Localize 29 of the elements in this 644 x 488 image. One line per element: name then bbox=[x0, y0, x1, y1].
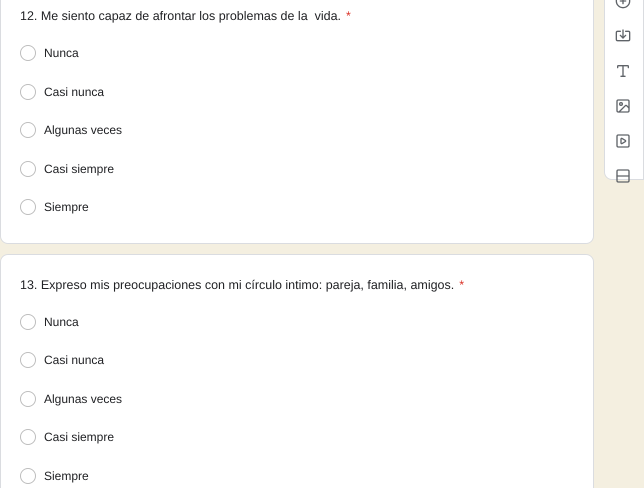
section-icon[interactable] bbox=[615, 168, 631, 184]
radio-button[interactable] bbox=[20, 122, 36, 138]
image-icon[interactable] bbox=[615, 98, 631, 114]
radio-button[interactable] bbox=[20, 199, 36, 216]
option-label: Casi siempre bbox=[44, 160, 114, 178]
option-label: Nunca bbox=[44, 45, 79, 62]
option-label: Nunca bbox=[44, 314, 79, 331]
option-label: Casi siempre bbox=[44, 429, 114, 446]
option-label: Casi nunca bbox=[44, 352, 104, 370]
text-icon[interactable] bbox=[615, 63, 631, 79]
import-icon[interactable] bbox=[615, 28, 631, 44]
option-label: Siempre bbox=[44, 199, 89, 216]
radio-button[interactable] bbox=[20, 390, 36, 407]
radio-button[interactable] bbox=[20, 160, 36, 177]
required-mark: * bbox=[459, 276, 464, 292]
radio-button[interactable] bbox=[20, 84, 36, 100]
required-mark: * bbox=[346, 8, 351, 24]
question-title: 12. Me siento capaz de afrontar los problemas de la vida. bbox=[20, 8, 342, 24]
radio-button[interactable] bbox=[20, 468, 36, 484]
radio-button[interactable] bbox=[20, 45, 36, 62]
video-icon[interactable] bbox=[615, 133, 631, 149]
question-title: 13. Expreso mis preocupaciones con mi círculo intimo: pareja, familia, amigos. bbox=[20, 276, 454, 292]
option-label: Algunas veces bbox=[44, 122, 122, 140]
option-label: Algunas veces bbox=[44, 390, 122, 408]
radio-button[interactable] bbox=[20, 429, 36, 446]
option-label: Casi nunca bbox=[44, 84, 104, 101]
option-label: Siempre bbox=[44, 468, 89, 485]
radio-button[interactable] bbox=[20, 314, 36, 330]
radio-button[interactable] bbox=[20, 352, 36, 368]
